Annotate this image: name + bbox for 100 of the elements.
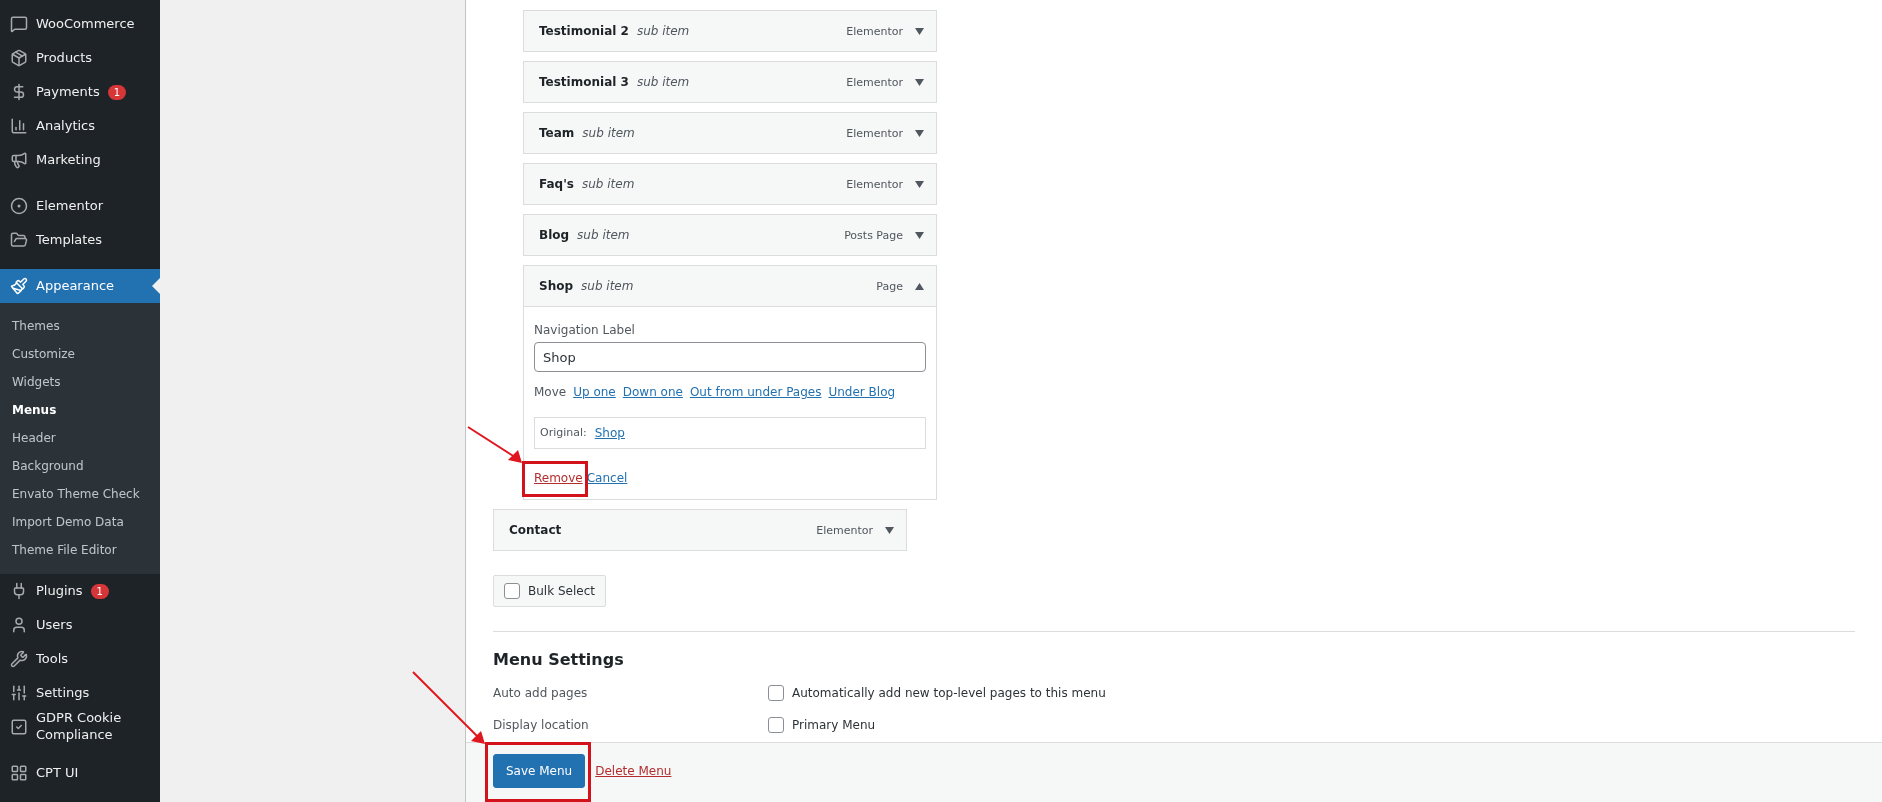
sidebar-item[interactable]: GDPR Cookie Compliance: [0, 710, 160, 744]
sidebar-item[interactable]: Elementor: [0, 189, 160, 223]
sidebar-label: GDPR Cookie Compliance: [36, 710, 123, 744]
sidebar-label: Marketing: [36, 151, 101, 169]
caret-icon[interactable]: [885, 526, 894, 534]
caret-icon[interactable]: [915, 129, 924, 137]
pointer-arrow: [413, 672, 485, 744]
submenu-item[interactable]: Customize: [0, 340, 160, 368]
sidebar-item[interactable]: Payments 1: [0, 75, 160, 109]
sliders-icon: [10, 684, 28, 702]
move-link[interactable]: Under Blog: [828, 385, 896, 399]
menu-item-type: Elementor: [846, 75, 903, 89]
speech-bubble-icon: [10, 15, 28, 33]
menu-item-title: Testimonial 2: [539, 24, 629, 38]
menu-item-type: Elementor: [846, 126, 903, 140]
checkbox[interactable]: [504, 583, 520, 599]
menu-item-meta: sub item: [582, 177, 636, 191]
bar-chart-icon: [10, 117, 28, 135]
menu-item-bar[interactable]: Shop sub item Page: [523, 265, 937, 307]
original-link[interactable]: Shop: [594, 426, 625, 440]
submenu-item[interactable]: Theme File Editor: [0, 536, 160, 564]
menu-item-meta: sub item: [636, 75, 691, 89]
sidebar-item[interactable]: Products: [0, 41, 160, 75]
remove-link[interactable]: Remove: [534, 471, 583, 485]
submenu-item[interactable]: Envato Theme Check: [0, 480, 160, 508]
move-link[interactable]: Down one: [622, 385, 683, 399]
menu-item-type: Elementor: [846, 177, 903, 191]
sidebar-label: Users: [36, 616, 73, 634]
menu-item-title: Blog: [539, 228, 570, 242]
bulk-select-button[interactable]: Bulk Select: [493, 575, 606, 607]
checkbox[interactable]: [768, 685, 784, 701]
menu-item-bar[interactable]: Blog sub item Posts Page: [523, 214, 937, 256]
sidebar-item[interactable]: Tools: [0, 642, 160, 676]
menu-item-type: Posts Page: [844, 228, 903, 242]
checkbox-icon: [10, 718, 28, 736]
grid-icon: [10, 764, 28, 782]
pointer-arrow: [468, 427, 522, 463]
caret-icon[interactable]: [915, 27, 924, 35]
menu-item-meta: sub item: [582, 126, 636, 140]
original-label: Original:: [540, 426, 587, 440]
menu-item-bar[interactable]: Faq's sub item Elementor: [523, 163, 937, 205]
sidebar-label: Payments: [36, 83, 100, 101]
wrench-icon: [10, 650, 28, 668]
sidebar-item[interactable]: Appearance: [0, 269, 160, 303]
move-link[interactable]: Up one: [573, 385, 616, 399]
menu-item-type: Elementor: [846, 24, 903, 38]
delete-menu-link[interactable]: Delete Menu: [595, 764, 672, 778]
setting-label: Auto add pages: [493, 686, 589, 700]
sidebar-item[interactable]: Templates: [0, 223, 160, 257]
submenu-item[interactable]: Import Demo Data: [0, 508, 160, 536]
caret-icon[interactable]: [915, 180, 924, 188]
sidebar-item[interactable]: Plugins 1: [0, 574, 160, 608]
navigation-label-field[interactable]: Shop: [534, 342, 926, 372]
save-menu-button[interactable]: Save Menu: [493, 754, 586, 788]
sidebar-item[interactable]: Users: [0, 608, 160, 642]
paintbrush-icon: [10, 277, 28, 295]
submenu-item[interactable]: Header: [0, 424, 160, 452]
submenu-item[interactable]: Menus: [0, 396, 160, 424]
menu-item-meta: sub item: [581, 279, 635, 293]
cancel-link[interactable]: Cancel: [586, 471, 628, 485]
menu-item-type: Page: [876, 279, 903, 293]
menu-item-bar[interactable]: Testimonial 3 sub item Elementor: [523, 61, 937, 103]
menu-item-type: Elementor: [816, 523, 873, 537]
checkbox[interactable]: [768, 717, 784, 733]
menu-item-bar[interactable]: Contact Elementor: [493, 509, 907, 551]
sidebar-label: Elementor: [36, 197, 104, 215]
submenu-item[interactable]: Themes: [0, 312, 160, 340]
sidebar-label: Plugins: [36, 582, 83, 600]
box-icon: [10, 49, 28, 67]
option-label: Automatically add new top-level pages to this menu: [792, 686, 1106, 700]
sidebar-item[interactable]: CPT UI: [0, 756, 160, 790]
circle-logo-icon: [10, 197, 28, 215]
user-icon: [10, 616, 28, 634]
move-label: Move: [534, 385, 567, 399]
menu-item-meta: sub item: [577, 228, 631, 242]
sidebar-label: Templates: [36, 231, 103, 249]
sidebar-item[interactable]: WooCommerce: [0, 7, 160, 41]
sidebar-item[interactable]: Analytics: [0, 109, 160, 143]
megaphone-icon: [10, 151, 28, 169]
highlight-frame: [522, 461, 588, 497]
sidebar-item[interactable]: Marketing: [0, 143, 160, 177]
sidebar-label: Tools: [36, 650, 69, 668]
caret-icon[interactable]: [915, 282, 924, 290]
sidebar-label: Settings: [36, 684, 90, 702]
menu-item-bar[interactable]: Team sub item Elementor: [523, 112, 937, 154]
submenu-item[interactable]: Background: [0, 452, 160, 480]
menu-item-title: Shop: [539, 279, 574, 293]
count-badge: 1: [90, 583, 109, 599]
menu-item-title: Faq's: [539, 177, 574, 191]
submenu-item[interactable]: Widgets: [0, 368, 160, 396]
sidebar-label: CPT UI: [36, 764, 79, 782]
caret-icon[interactable]: [915, 231, 924, 239]
caret-icon[interactable]: [915, 78, 924, 86]
count-badge: 1: [107, 84, 127, 100]
move-link[interactable]: Out from under Pages: [689, 385, 822, 399]
sidebar-item[interactable]: Settings: [0, 676, 160, 710]
sidebar-label: Appearance: [36, 277, 115, 295]
folder-icon: [10, 231, 28, 249]
sidebar-label: Analytics: [36, 117, 96, 135]
menu-item-bar[interactable]: Testimonial 2 sub item Elementor: [523, 10, 937, 52]
